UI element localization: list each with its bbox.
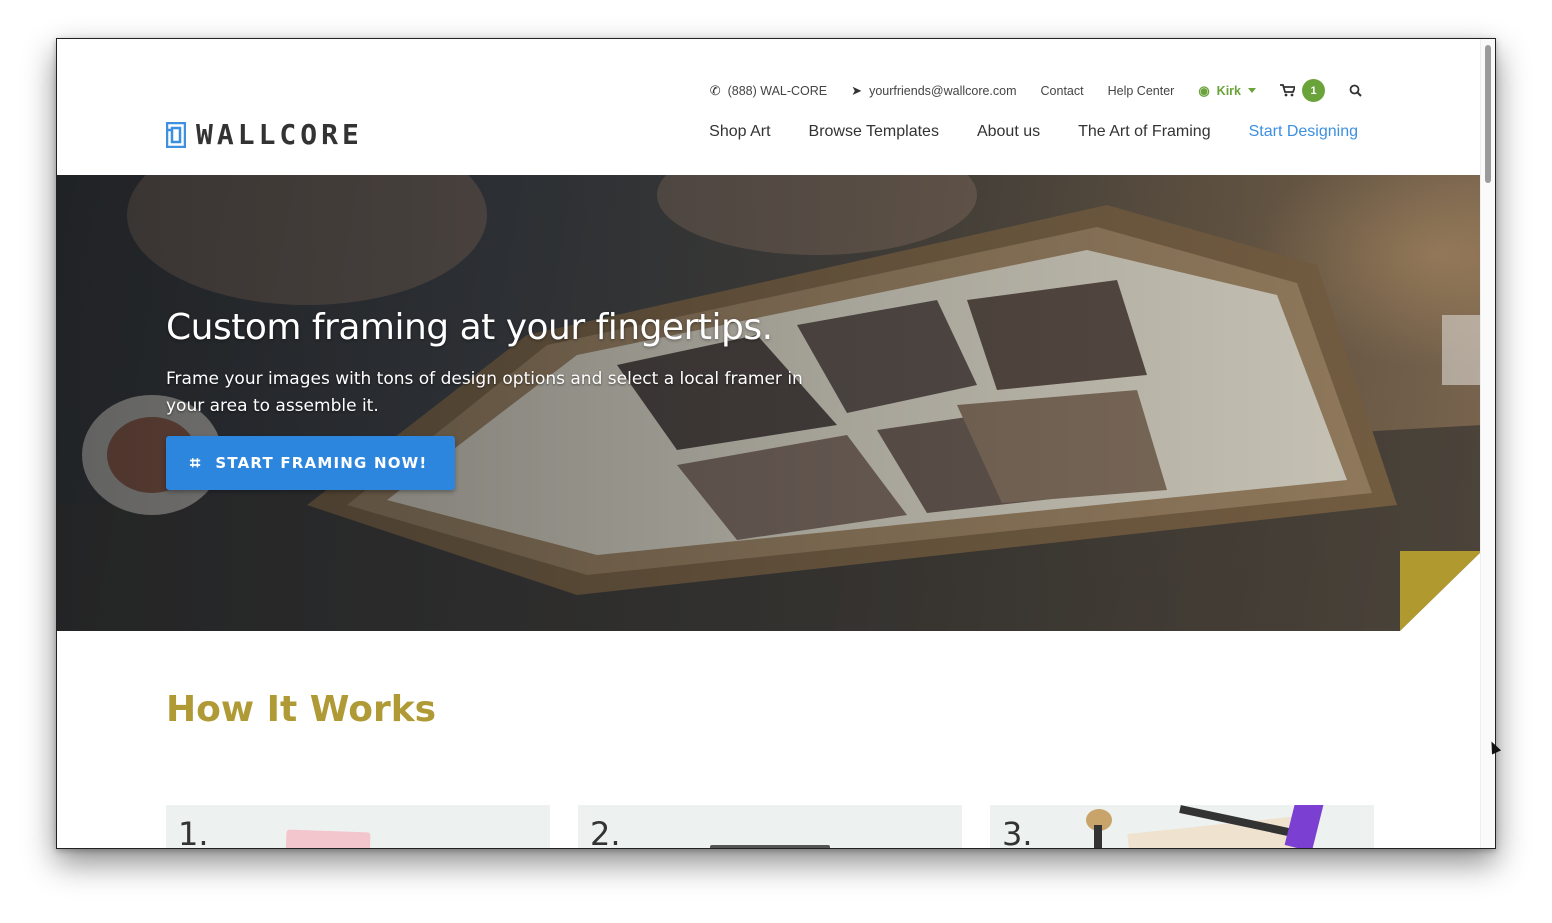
page-fold-corner <box>1400 551 1482 631</box>
nav-shop-art[interactable]: Shop Art <box>709 123 770 141</box>
cta-label: START FRAMING NOW! <box>215 454 428 472</box>
user-circle-icon: ◉ <box>1198 82 1210 98</box>
cart-icon <box>1280 84 1295 97</box>
phone-icon: ✆ <box>709 82 721 98</box>
step-card[interactable]: 1. <box>166 805 550 848</box>
caret-down-icon <box>1248 88 1256 93</box>
main-nav: Shop Art Browse Templates About us The A… <box>709 123 1358 141</box>
wallcore-logo-icon <box>166 121 186 148</box>
step-number: 2. <box>590 815 621 848</box>
help-center-link[interactable]: Help Center <box>1108 84 1175 98</box>
nav-browse-templates[interactable]: Browse Templates <box>809 123 939 141</box>
hero-banner: Custom framing at your fingertips. Frame… <box>57 175 1482 631</box>
contact-label: Contact <box>1040 83 1084 98</box>
crop-icon: ⌗ <box>190 452 202 474</box>
help-center-label: Help Center <box>1107 83 1175 98</box>
step-number: 1. <box>178 815 209 848</box>
cart-button[interactable]: 1 <box>1280 79 1325 102</box>
nav-art-of-framing[interactable]: The Art of Framing <box>1078 123 1211 141</box>
user-menu[interactable]: ◉ Kirk <box>1198 83 1256 99</box>
step-card[interactable]: 2. <box>578 805 962 848</box>
hero-content: Custom framing at your fingertips. Frame… <box>166 307 806 490</box>
step-illustration <box>710 845 830 848</box>
step-number: 3. <box>1002 815 1033 848</box>
step-card[interactable]: 3. <box>990 805 1374 848</box>
user-name: Kirk <box>1216 83 1241 98</box>
browser-window: WALLCORE ✆ (888) WAL-CORE ➤ yourfriends@… <box>56 38 1496 849</box>
step-illustration <box>1094 825 1102 848</box>
email-address: yourfriends@wallcore.com <box>869 83 1017 98</box>
step-illustration <box>1284 805 1324 848</box>
web-page: WALLCORE ✆ (888) WAL-CORE ➤ yourfriends@… <box>57 39 1482 848</box>
site-header: WALLCORE ✆ (888) WAL-CORE ➤ yourfriends@… <box>57 39 1482 175</box>
scrollbar-thumb[interactable] <box>1485 45 1491 183</box>
start-framing-button[interactable]: ⌗ START FRAMING NOW! <box>166 436 456 490</box>
phone-link[interactable]: ✆ (888) WAL-CORE <box>710 83 827 99</box>
site-logo[interactable]: WALLCORE <box>166 118 363 151</box>
email-link[interactable]: ➤ yourfriends@wallcore.com <box>851 83 1016 99</box>
paper-plane-icon: ➤ <box>851 82 863 98</box>
nav-start-designing[interactable]: Start Designing <box>1249 123 1358 141</box>
contact-link[interactable]: Contact <box>1041 84 1084 98</box>
step-illustration <box>285 829 371 848</box>
cart-count-badge: 1 <box>1302 79 1325 102</box>
search-icon <box>1349 84 1362 97</box>
logo-text: WALLCORE <box>196 118 363 151</box>
how-it-works-steps: 1. 2. 3. <box>166 805 1374 848</box>
utility-bar: ✆ (888) WAL-CORE ➤ yourfriends@wallcore.… <box>710 79 1362 102</box>
hero-subtitle: Frame your images with tons of design op… <box>166 369 803 416</box>
search-button[interactable] <box>1349 84 1362 97</box>
hero-title: Custom framing at your fingertips. <box>166 307 773 348</box>
how-it-works-title: How It Works <box>166 689 437 730</box>
vertical-scrollbar[interactable] <box>1480 39 1495 848</box>
phone-number: (888) WAL-CORE <box>727 83 828 98</box>
nav-about-us[interactable]: About us <box>977 123 1040 141</box>
